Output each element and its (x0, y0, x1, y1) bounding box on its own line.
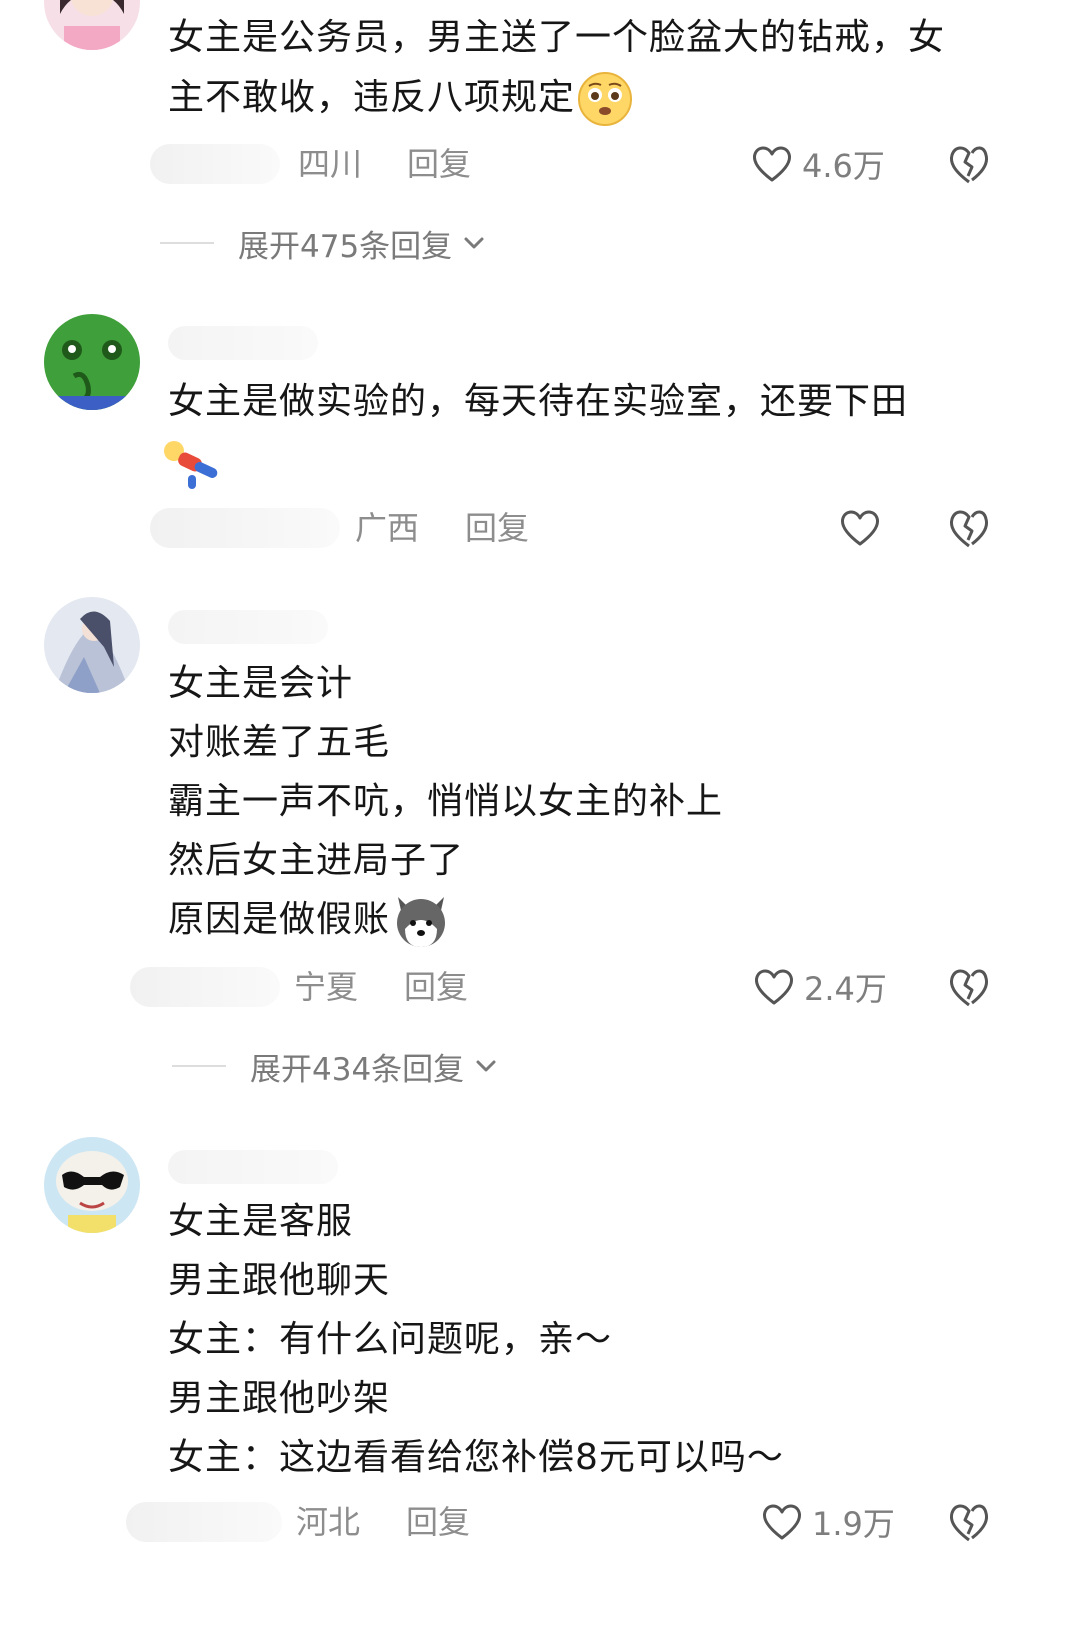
username-blur (168, 1150, 338, 1184)
comment-text-line: 女主是公务员，男主送了一个脸盆大的钻戒，女 (168, 17, 946, 58)
expand-replies-label: 展开475条回复 (238, 228, 453, 265)
broken-heart-icon[interactable] (947, 963, 991, 1011)
like-button[interactable]: 2.4万 (752, 963, 887, 1011)
reply-button[interactable]: 回复 (465, 506, 529, 550)
comment-text-line: 原因是做假账 (168, 890, 1038, 949)
heart-outline-icon (763, 1504, 801, 1540)
username-blur (150, 144, 280, 184)
comment-meta: 四川 回复 4.6万 (0, 134, 1080, 194)
lying-down-person-emoji (164, 441, 218, 489)
avatar[interactable] (44, 597, 140, 693)
expand-replies-button[interactable]: 展开475条回复 (160, 218, 488, 268)
comment-text-line: 男主跟他聊天 (168, 1260, 391, 1301)
comment-text-line (164, 432, 1038, 494)
divider (172, 1065, 226, 1067)
broken-heart-icon[interactable] (947, 140, 991, 188)
reply-button[interactable]: 回复 (406, 1500, 470, 1544)
avatar[interactable] (44, 314, 140, 410)
avatar[interactable] (44, 1137, 140, 1233)
heart-outline-icon (755, 969, 793, 1005)
username-blur (168, 610, 328, 644)
like-button[interactable] (838, 504, 890, 552)
reply-button[interactable]: 回复 (407, 142, 471, 186)
username-blur (126, 1502, 282, 1542)
avatar[interactable] (44, 0, 140, 50)
comment-meta: 河北 回复 1.9万 (0, 1492, 1080, 1552)
like-button[interactable]: 1.9万 (760, 1498, 895, 1546)
comment-text-line: 然后女主进局子了 (168, 840, 465, 881)
expand-replies-label: 展开434条回复 (250, 1051, 465, 1088)
comment-text-line: 对账差了五毛 (168, 722, 391, 763)
chevron-down-icon (476, 1060, 496, 1072)
comment-meta: 广西 回复 (0, 498, 1080, 558)
username-blur (130, 967, 280, 1007)
comment-text: 女主是做实验的，每天待在实验室，还要下田 (164, 372, 1038, 494)
comment-text-line: 女主是客服 (168, 1201, 354, 1242)
like-count: 4.6万 (802, 147, 885, 185)
location-label: 四川 (298, 145, 363, 183)
comment-meta: 宁夏 回复 2.4万 (0, 957, 1080, 1017)
broken-heart-icon[interactable] (947, 1498, 991, 1546)
reply-button[interactable]: 回复 (404, 965, 468, 1009)
comment-text-line: 主不敢收，违反八项规定 (168, 68, 1038, 128)
comment-text-line: 女主：这边看看给您补偿8元可以吗～ (168, 1437, 784, 1478)
pleading-face-emoji (578, 72, 633, 126)
location-label: 宁夏 (294, 968, 359, 1006)
comment-text: 女主是客服 男主跟他聊天 女主：有什么问题呢，亲～ 男主跟他吵架 女主：这边看看… (168, 1192, 1038, 1487)
comment-text: 女主是会计 对账差了五毛 霸主一声不吭，悄悄以女主的补上 然后女主进局子了 原因… (168, 654, 1038, 949)
location-label: 河北 (296, 1503, 361, 1541)
comment-text-line: 女主：有什么问题呢，亲～ (168, 1319, 613, 1360)
comment-text: 女主是公务员，男主送了一个脸盆大的钻戒，女 主不敢收，违反八项规定 (168, 8, 1038, 128)
comment-text-line: 霸主一声不吭，悄悄以女主的补上 (168, 781, 724, 822)
comment-text-line: 女主是会计 (168, 663, 354, 704)
heart-outline-icon (753, 146, 791, 182)
location-label: 广西 (355, 509, 420, 547)
like-count: 1.9万 (812, 1505, 895, 1543)
broken-heart-icon[interactable] (947, 504, 991, 552)
like-count: 2.4万 (804, 970, 887, 1008)
comment-text-line: 男主跟他吵架 (168, 1378, 391, 1419)
heart-outline-icon (841, 510, 879, 546)
divider (160, 242, 214, 244)
username-blur (168, 326, 318, 360)
husky-dog-emoji (397, 897, 446, 947)
comment-text-line: 女主是做实验的，每天待在实验室，还要下田 (168, 381, 909, 422)
expand-replies-button[interactable]: 展开434条回复 (172, 1041, 500, 1091)
username-blur (150, 508, 340, 548)
chevron-down-icon (464, 237, 484, 249)
like-button[interactable]: 4.6万 (750, 140, 885, 188)
